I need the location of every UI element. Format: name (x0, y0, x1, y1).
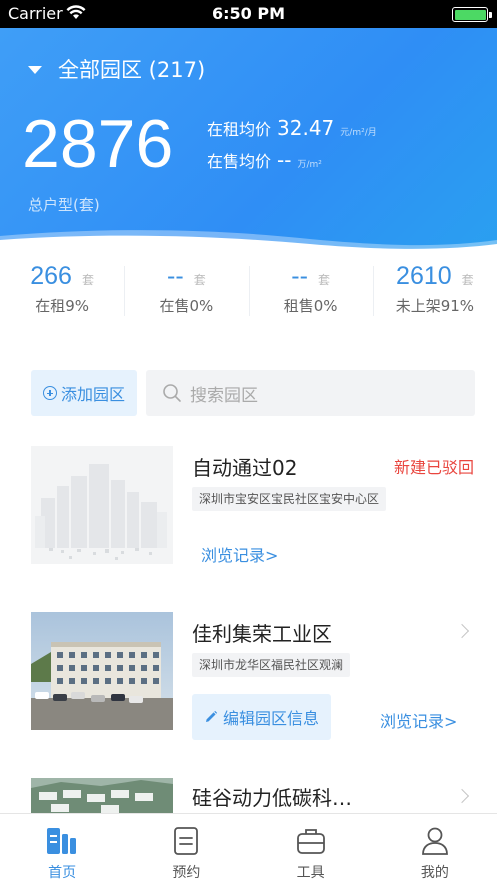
clock: 6:50 PM (211, 4, 285, 23)
tab-booking[interactable]: 预约 (124, 814, 248, 883)
search-icon (163, 384, 181, 402)
sale-price-unit: 万/m² (297, 160, 322, 170)
total-units-label: 总户型(套) (28, 196, 100, 214)
home-icon (47, 828, 77, 854)
stat-unit: 套 (81, 273, 94, 287)
park-name: 自动通过02 (192, 456, 298, 480)
edit-park-info-button[interactable]: 编辑园区信息 (192, 694, 331, 740)
calendar-icon (174, 827, 199, 855)
stat-rent-or-sale[interactable]: -- 套 租售0% (248, 258, 373, 328)
park-card[interactable]: 佳利集荣工业区 深圳市龙华区福民社区观澜 编辑园区信息 浏览记录> (0, 612, 497, 752)
rent-price-value: 32.47 (277, 116, 335, 140)
user-icon (421, 827, 448, 855)
stat-unit: 套 (193, 273, 206, 287)
park-selector-label: 全部园区 (217) (58, 58, 206, 82)
stat-value: 266 (30, 262, 72, 290)
chevron-right-icon (454, 623, 470, 639)
chevron-right-icon (454, 788, 470, 804)
total-units-count: 2876 (22, 106, 174, 182)
summary-header: 全部园区 (217) 2876 总户型(套) 在租均价 32.47 元/m²/月… (0, 28, 497, 258)
rent-price-label: 在租均价 (207, 120, 272, 139)
sale-price-label: 在售均价 (207, 152, 272, 171)
stat-label: 未上架91% (395, 297, 475, 315)
browse-history-link[interactable]: 浏览记录> (380, 708, 457, 732)
park-selector[interactable]: 全部园区 (217) (28, 54, 205, 84)
plus-circle-icon (42, 386, 57, 400)
stat-value: 2610 (396, 262, 452, 290)
tab-home[interactable]: 首页 (0, 814, 124, 883)
caret-down-icon (28, 66, 42, 74)
rent-price-unit: 元/m²/月 (340, 128, 377, 138)
header-wave (0, 230, 497, 258)
stat-selling[interactable]: -- 套 在售0% (124, 258, 248, 328)
sale-average-price: 在售均价 -- 万/m² (207, 148, 322, 172)
add-park-button[interactable]: 添加园区 (31, 370, 137, 416)
stat-label: 租售0% (283, 297, 338, 315)
tab-profile[interactable]: 我的 (373, 814, 497, 883)
stat-label: 在租9% (35, 297, 90, 315)
stat-unlisted[interactable]: 2610 套 未上架91% (372, 258, 497, 328)
review-status-badge: 新建已驳回 (393, 458, 474, 477)
park-address: 深圳市龙华区福民社区观澜 (192, 653, 351, 677)
stat-renting[interactable]: 266 套 在租9% (0, 258, 124, 328)
browse-history-link[interactable]: 浏览记录> (201, 542, 278, 566)
tab-label: 工具 (296, 865, 325, 881)
pencil-icon (205, 710, 218, 722)
tab-tools[interactable]: 工具 (249, 814, 373, 883)
rent-average-price: 在租均价 32.47 元/m²/月 (207, 116, 377, 140)
status-bar: Carrier 6:50 PM (0, 0, 497, 28)
tab-label: 我的 (420, 865, 449, 881)
park-card[interactable]: 硅谷动力低碳科… (0, 778, 497, 814)
unit-stats: 266 套 在租9% -- 套 在售0% -- 套 租售0% 2610 套 未上… (0, 258, 497, 328)
stat-unit: 套 (317, 273, 330, 287)
search-placeholder: 搜索园区 (190, 385, 258, 406)
tab-label: 预约 (172, 865, 201, 881)
park-address: 深圳市宝安区宝民社区宝安中心区 (192, 487, 387, 511)
park-card[interactable]: 自动通过02 新建已驳回 深圳市宝安区宝民社区宝安中心区 浏览记录> (0, 446, 497, 576)
park-photo (31, 778, 173, 814)
stat-label: 在售0% (159, 297, 214, 315)
stat-unit: 套 (461, 273, 474, 287)
stat-value: -- (167, 262, 184, 290)
park-name: 佳利集荣工业区 (192, 622, 332, 646)
briefcase-icon (296, 829, 325, 854)
park-placeholder-image (31, 446, 173, 564)
search-input[interactable]: 搜索园区 (146, 370, 475, 416)
tab-label: 首页 (48, 865, 77, 881)
park-name: 硅谷动力低碳科… (192, 786, 352, 810)
sale-price-value: -- (277, 148, 292, 172)
park-photo (31, 612, 173, 730)
edit-park-label: 编辑园区信息 (222, 709, 319, 728)
battery-icon (452, 7, 488, 22)
tab-bar: 首页 预约 工具 我的 (0, 813, 497, 883)
add-park-label: 添加园区 (60, 385, 125, 404)
stat-value: -- (291, 262, 308, 290)
